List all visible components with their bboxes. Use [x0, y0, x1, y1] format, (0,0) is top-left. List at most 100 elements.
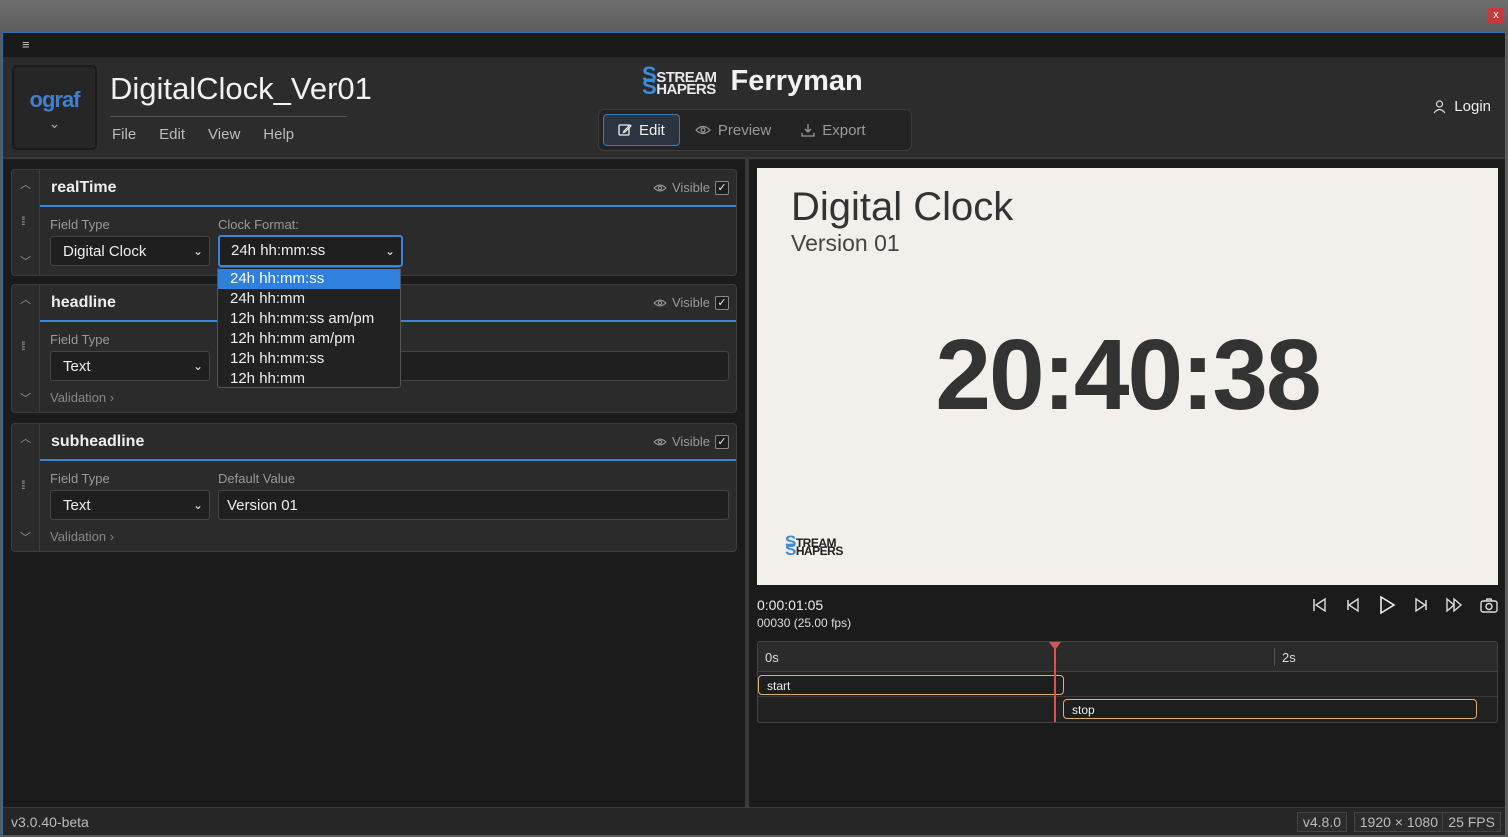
status-bar: v3.0.40-beta v4.8.0 1920 × 1080 25 FPS	[3, 807, 1505, 835]
mode-preview-label: Preview	[717, 121, 772, 139]
clock-format-option[interactable]: 12h hh:mm:ss	[218, 349, 400, 369]
clock-format-label: Clock Format:	[218, 217, 299, 232]
fields-panel: ︿ ⁞⁞ ﹀ realTime Visible ✓ Field Type Dig…	[3, 159, 745, 807]
clock-format-option[interactable]: 12h hh:mm	[218, 369, 400, 389]
mode-switcher: Edit Preview Export	[598, 109, 912, 151]
validation-toggle[interactable]: Validation ›	[50, 390, 114, 405]
top-menubar: ≡	[3, 33, 1505, 57]
frame-info: 00030 (25.00 fps)	[757, 616, 852, 630]
field-card-subheadline: ︿ ⁞⁞ ﹀ subheadline Visible ✓ Field Type …	[11, 423, 737, 552]
clock-format-option[interactable]: 12h hh:mm am/pm	[218, 329, 400, 349]
skip-to-end-icon	[1446, 597, 1463, 613]
visible-label: Visible	[671, 434, 710, 449]
status-badge: 25 FPS	[1442, 812, 1501, 832]
menu-help[interactable]: Help	[263, 126, 294, 143]
drag-grip-icon[interactable]: ⁞⁞	[21, 479, 25, 491]
clock-format-dropdown: 24h hh:mm:ss 24h hh:mm 12h hh:mm:ss am/p…	[217, 267, 401, 388]
tick-label: 0s	[765, 650, 779, 665]
streamshapers-logo: STREAM SHAPERS	[785, 532, 843, 559]
template-logo-menu[interactable]: ograf ⌄	[12, 65, 97, 150]
field-type-value: Text	[63, 497, 91, 514]
move-up-icon[interactable]: ︿	[20, 176, 31, 192]
skip-to-start-icon	[1313, 597, 1326, 613]
playhead[interactable]	[1054, 642, 1056, 722]
field-type-value: Text	[63, 358, 91, 375]
default-value-input[interactable]: Version 01	[218, 490, 729, 520]
play-button[interactable]	[1377, 595, 1397, 615]
brand-name: Ferryman	[730, 65, 863, 97]
eye-icon	[653, 299, 667, 306]
field-handle[interactable]: ︿ ⁞⁞ ﹀	[12, 424, 40, 551]
move-down-icon[interactable]: ﹀	[20, 253, 31, 269]
move-down-icon[interactable]: ﹀	[20, 529, 31, 545]
step-forward-button[interactable]	[1411, 595, 1431, 615]
timeline-ruler[interactable]: 0s 2s	[758, 642, 1497, 672]
default-value-label: Default Value	[218, 471, 296, 486]
login-button[interactable]: Login	[1433, 98, 1491, 115]
mode-export-button[interactable]: Export	[786, 114, 880, 146]
tick-label: 2s	[1282, 650, 1296, 665]
visible-checkbox[interactable]: ✓	[715, 295, 729, 310]
move-down-icon[interactable]: ﹀	[20, 390, 31, 406]
drag-grip-icon[interactable]: ⁞⁞	[21, 340, 25, 352]
field-card-realtime: ︿ ⁞⁞ ﹀ realTime Visible ✓ Field Type Dig…	[11, 169, 737, 276]
field-type-select[interactable]: Text ⌄	[50, 490, 210, 520]
field-type-label: Field Type	[50, 471, 110, 486]
visible-toggle[interactable]: Visible ✓	[653, 434, 729, 449]
graphic-preview: Digital Clock Version 01 20:40:38 STREAM…	[757, 168, 1498, 585]
visible-checkbox[interactable]: ✓	[715, 434, 729, 449]
download-icon	[801, 124, 815, 137]
window-titlebar: x	[0, 0, 1508, 32]
login-label: Login	[1454, 98, 1491, 115]
transport-controls	[1309, 595, 1499, 615]
visible-toggle[interactable]: Visible ✓	[653, 295, 729, 310]
clock-format-option[interactable]: 12h hh:mm:ss am/pm	[218, 309, 400, 329]
skip-to-start-button[interactable]	[1309, 595, 1329, 615]
timeline-clip[interactable]: start	[758, 675, 1064, 695]
clock-format-option[interactable]: 24h hh:mm:ss	[218, 269, 400, 289]
clock-format-option[interactable]: 24h hh:mm	[218, 289, 400, 309]
visible-toggle[interactable]: Visible ✓	[653, 180, 729, 195]
field-handle[interactable]: ︿ ⁞⁞ ﹀	[12, 285, 40, 412]
mode-preview-button[interactable]: Preview	[680, 114, 786, 146]
field-handle[interactable]: ︿ ⁞⁞ ﹀	[12, 170, 40, 275]
timeline-clip[interactable]: stop	[1063, 699, 1477, 719]
preview-panel: Digital Clock Version 01 20:40:38 STREAM…	[749, 159, 1505, 807]
clock-format-select[interactable]: 24h hh:mm:ss ⌄	[218, 235, 403, 267]
mode-edit-label: Edit	[639, 121, 665, 139]
app-version: v3.0.40-beta	[11, 814, 89, 830]
field-type-select[interactable]: Text ⌄	[50, 351, 210, 381]
validation-toggle[interactable]: Validation ›	[50, 529, 114, 544]
drag-grip-icon[interactable]: ⁞⁞	[21, 215, 25, 227]
mode-edit-button[interactable]: Edit	[603, 114, 680, 146]
chevron-down-icon: ⌄	[192, 359, 203, 373]
menu-view[interactable]: View	[208, 126, 240, 143]
move-up-icon[interactable]: ︿	[20, 430, 31, 446]
chevron-down-icon: ⌄	[48, 115, 61, 131]
menu-edit[interactable]: Edit	[159, 126, 185, 143]
hamburger-menu-icon[interactable]: ≡	[22, 37, 30, 52]
playhead-handle[interactable]	[1049, 642, 1061, 650]
window-close-button[interactable]: x	[1488, 8, 1504, 24]
visible-checkbox[interactable]: ✓	[715, 180, 729, 195]
chevron-down-icon: ⌄	[384, 244, 395, 258]
app-window: ≡ ograf ⌄ DigitalClock_Ver01 File Edit V…	[2, 32, 1506, 835]
timeline[interactable]: 0s 2s start stop	[757, 641, 1498, 723]
eye-icon	[653, 438, 667, 445]
menu-file[interactable]: File	[112, 126, 136, 143]
visible-label: Visible	[671, 295, 710, 310]
field-type-label: Field Type	[50, 332, 110, 347]
brand: SSTREAM SHAPERS Ferryman	[642, 63, 863, 98]
play-icon	[1380, 595, 1396, 615]
field-type-value: Digital Clock	[63, 243, 147, 260]
user-icon	[1433, 99, 1446, 113]
snapshot-button[interactable]	[1479, 595, 1499, 615]
chevron-down-icon: ⌄	[192, 244, 203, 258]
clock-format-value: 24h hh:mm:ss	[231, 242, 326, 259]
skip-to-end-button[interactable]	[1445, 595, 1465, 615]
step-forward-icon	[1415, 597, 1427, 613]
field-type-select[interactable]: Digital Clock ⌄	[50, 236, 210, 266]
move-up-icon[interactable]: ︿	[20, 291, 31, 307]
document-title: DigitalClock_Ver01	[110, 71, 372, 106]
step-back-button[interactable]	[1343, 595, 1363, 615]
